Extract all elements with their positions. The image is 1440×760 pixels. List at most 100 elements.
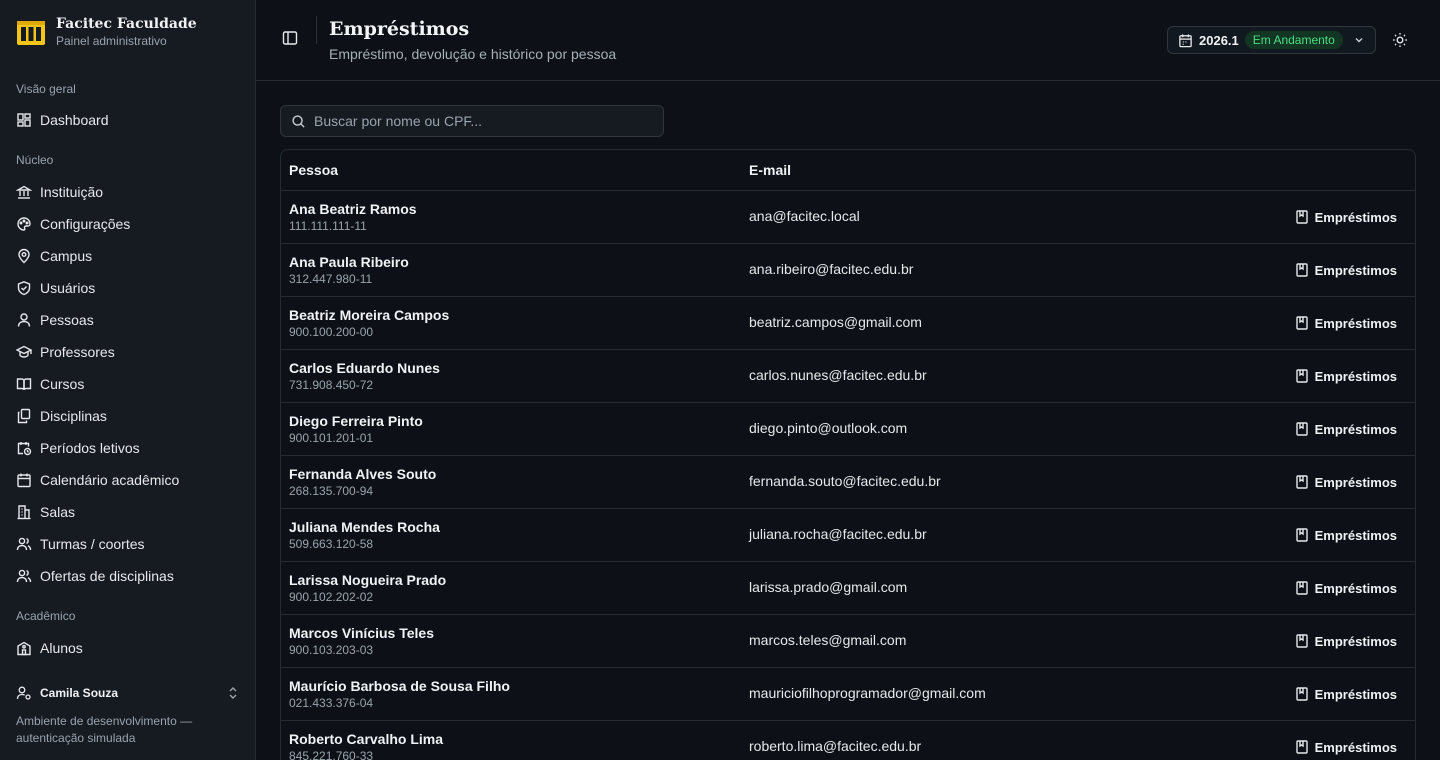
user-menu[interactable]: Camila Souza <box>0 680 255 706</box>
person-name: Maurício Barbosa de Sousa Filho <box>289 678 510 694</box>
person-cpf: 731.908.450-72 <box>289 378 374 392</box>
loans-button-label: Empréstimos <box>1314 474 1397 490</box>
person-cpf: 900.101.201-01 <box>289 431 374 445</box>
search-input[interactable] <box>314 113 653 129</box>
book-icon <box>1295 581 1308 595</box>
loans-button[interactable]: Empréstimos <box>1295 369 1397 384</box>
book-icon <box>1295 740 1308 754</box>
sidebar-item-professores[interactable]: Professores <box>0 336 255 368</box>
person-email: beatriz.campos@gmail.com <box>749 314 922 330</box>
person-email: roberto.lima@facitec.edu.br <box>749 738 922 754</box>
search-icon <box>292 114 305 128</box>
person-email: fernanda.souto@facitec.edu.br <box>749 473 941 489</box>
email-cell: juliana.rocha@facitec.edu.br <box>749 526 1295 544</box>
sidebar-item-label: Instituição <box>40 184 104 200</box>
loans-button[interactable]: Empréstimos <box>1295 475 1397 490</box>
person-cpf: 845.221.760-33 <box>289 749 374 760</box>
sidebar-item-dashboard[interactable]: Dashboard <box>0 104 255 136</box>
theme-toggle-button[interactable] <box>1390 30 1410 50</box>
sidebar-toggle-button[interactable] <box>280 28 300 48</box>
sidebar-item-disciplinas[interactable]: Disciplinas <box>0 400 255 432</box>
loans-button[interactable]: Empréstimos <box>1295 316 1397 331</box>
person-email: ana@facitec.local <box>749 208 860 224</box>
shield-icon <box>17 281 31 296</box>
person-name: Larissa Nogueira Prado <box>289 572 447 588</box>
status-badge: Em Andamento <box>1244 31 1343 49</box>
person-cpf: 900.100.200-00 <box>289 325 374 339</box>
period-selector[interactable]: 2026.1 Em Andamento <box>1167 26 1376 54</box>
email-cell: marcos.teles@gmail.com <box>749 632 1295 650</box>
table-header: Pessoa E-mail <box>281 150 1415 191</box>
building-icon <box>17 505 31 520</box>
sidebar-item-label: Pessoas <box>40 312 94 328</box>
table-row: Ana Paula Ribeiro 312.447.980-11 ana.rib… <box>281 244 1415 297</box>
table-row: Juliana Mendes Rocha 509.663.120-58 juli… <box>281 509 1415 562</box>
map-pin-icon <box>18 248 30 264</box>
loans-button[interactable]: Empréstimos <box>1295 210 1397 225</box>
sidebar-item-cursos[interactable]: Cursos <box>0 368 255 400</box>
sidebar-item-calendario-academico[interactable]: Calendário acadêmico <box>0 464 255 496</box>
loans-button[interactable]: Empréstimos <box>1295 263 1397 278</box>
sidebar-item-usuarios[interactable]: Usuários <box>0 272 255 304</box>
loans-button[interactable]: Empréstimos <box>1295 581 1397 596</box>
sidebar-item-configuracoes[interactable]: Configurações <box>0 208 255 240</box>
calendar-icon <box>17 473 31 488</box>
chevrons-up-down-icon <box>229 687 237 699</box>
palette-icon <box>17 217 31 231</box>
person-name: Fernanda Alves Souto <box>289 466 437 482</box>
graduation-cap-icon <box>16 345 32 358</box>
table-body: Ana Beatriz Ramos 111.111.111-11 ana@fac… <box>281 191 1415 760</box>
sidebar-item-alunos[interactable]: Alunos <box>0 632 255 664</box>
book-icon <box>1295 316 1308 330</box>
person-name: Roberto Carvalho Lima <box>289 731 444 747</box>
sidebar-item-label: Disciplinas <box>40 408 107 424</box>
sidebar-item-periodos-letivos[interactable]: Períodos letivos <box>0 432 255 464</box>
logo-icon <box>16 17 46 47</box>
person-name: Beatriz Moreira Campos <box>289 307 450 323</box>
person-cell: Ana Paula Ribeiro 312.447.980-11 <box>281 253 749 287</box>
main-content: Empréstimos Empréstimo, devolução e hist… <box>256 0 1440 760</box>
sidebar-item-label: Ofertas de disciplinas <box>40 568 174 584</box>
sidebar-item-label: Dashboard <box>40 112 109 128</box>
loans-button[interactable]: Empréstimos <box>1295 422 1397 437</box>
person-cell: Roberto Carvalho Lima 845.221.760-33 <box>281 730 749 760</box>
table-row: Carlos Eduardo Nunes 731.908.450-72 carl… <box>281 350 1415 403</box>
person-cell: Beatriz Moreira Campos 900.100.200-00 <box>281 306 749 340</box>
users-icon <box>16 569 32 583</box>
book-icon <box>1295 422 1308 436</box>
loans-button[interactable]: Empréstimos <box>1295 634 1397 649</box>
person-name: Ana Paula Ribeiro <box>289 254 409 270</box>
person-name: Marcos Vinícius Teles <box>289 625 434 641</box>
sidebar-item-campus[interactable]: Campus <box>0 240 255 272</box>
email-cell: diego.pinto@outlook.com <box>749 420 1295 438</box>
sidebar-item-salas[interactable]: Salas <box>0 496 255 528</box>
table-row: Larissa Nogueira Prado 900.102.202-02 la… <box>281 562 1415 615</box>
person-name: Juliana Mendes Rocha <box>289 519 440 535</box>
loans-button[interactable]: Empréstimos <box>1295 528 1397 543</box>
brand[interactable]: Facitec Faculdade Painel administrativo <box>0 0 255 64</box>
book-icon <box>1295 687 1308 701</box>
sidebar-item-turmas[interactable]: Turmas / coortes <box>0 528 255 560</box>
sidebar-item-instituicao[interactable]: Instituição <box>0 176 255 208</box>
nav-group-label: Núcleo <box>16 153 54 167</box>
table-row: Diego Ferreira Pinto 900.101.201-01 dieg… <box>281 403 1415 456</box>
sidebar-item-ofertas[interactable]: Ofertas de disciplinas <box>0 560 255 592</box>
table-row: Fernanda Alves Souto 268.135.700-94 fern… <box>281 456 1415 509</box>
loans-button-label: Empréstimos <box>1314 421 1397 437</box>
loans-button-label: Empréstimos <box>1314 527 1397 543</box>
person-cpf: 900.102.202-02 <box>289 590 374 604</box>
files-icon <box>17 408 31 424</box>
column-header-email: E-mail <box>749 162 792 178</box>
sidebar-item-label: Configurações <box>40 216 131 232</box>
sidebar-item-pessoas[interactable]: Pessoas <box>0 304 255 336</box>
loans-button-label: Empréstimos <box>1314 315 1397 331</box>
search-box[interactable] <box>280 105 664 137</box>
sun-icon <box>1393 33 1407 47</box>
sidebar-item-label: Salas <box>40 504 76 520</box>
loans-button[interactable]: Empréstimos <box>1295 740 1397 755</box>
table-row: Roberto Carvalho Lima 845.221.760-33 rob… <box>281 721 1415 760</box>
table-row: Maurício Barbosa de Sousa Filho 021.433.… <box>281 668 1415 721</box>
loans-button[interactable]: Empréstimos <box>1295 687 1397 702</box>
person-email: diego.pinto@outlook.com <box>749 420 908 436</box>
user-cog-icon <box>16 686 31 700</box>
